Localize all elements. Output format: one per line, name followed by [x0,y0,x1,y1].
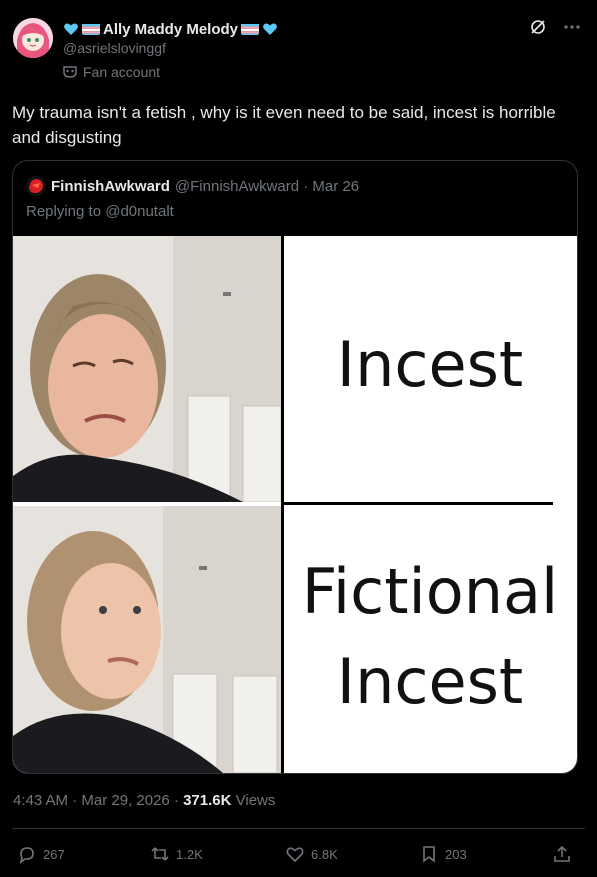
fan-account-label: Fan account [63,64,160,80]
meme-text-top: Incest [337,328,523,401]
quoted-avatar[interactable] [26,176,46,196]
action-bar: 267 1.2K 6.8K 203 [0,838,597,870]
meme-image: Incest Fictional Incest [13,236,577,773]
repost-button[interactable]: 1.2K [150,838,203,870]
quoted-handle-date: @FinnishAwkward · Mar 26 [174,177,360,195]
trans-flag-icon [82,23,100,35]
meme-photo-bottom [13,506,281,773]
more-icon[interactable] [563,18,581,36]
author-handle[interactable]: @asrielslovinggf [63,40,166,56]
tweet-meta: 4:43 AM · Mar 29, 2026 · 371.6K Views [13,792,275,809]
repost-icon [151,847,169,861]
share-icon [554,845,570,862]
mask-icon [63,66,77,78]
heart-icon [263,23,277,35]
quoted-tweet[interactable]: FinnishAwkward @FinnishAwkward · Mar 26 … [12,160,578,774]
like-icon [286,847,304,863]
like-count: 6.8K [311,846,338,862]
reply-count: 267 [43,846,65,862]
repost-count: 1.2K [176,846,203,862]
quoted-header: FinnishAwkward @FinnishAwkward · Mar 26 [26,176,359,196]
trans-flag-icon [241,23,260,35]
like-button[interactable]: 6.8K [285,838,338,870]
bookmark-button[interactable]: 203 [419,838,467,870]
divider [12,828,585,829]
reply-icon [19,847,34,864]
author-display-name[interactable]: Ally Maddy Melody [103,21,238,38]
replying-to: Replying to @d0nutalt [26,203,174,220]
bookmark-icon [423,846,435,863]
views-count: 371.6K [183,792,232,809]
timestamp[interactable]: 4:43 AM · Mar 29, 2026 · [13,792,183,809]
heart-icon [64,23,78,35]
reply-button[interactable]: 267 [17,838,65,870]
tweet-text: My trauma isn't a fetish , why is it eve… [12,103,556,147]
grok-icon[interactable] [529,18,547,36]
quoted-display-name[interactable]: FinnishAwkward [51,178,170,195]
share-button[interactable] [552,838,572,870]
views-label: Views [231,792,276,809]
top-actions [529,18,581,36]
quoted-media[interactable]: Incest Fictional Incest [13,236,577,773]
meme-text-bottom-line2: Incest [337,645,523,718]
meme-text-bottom-line1: Fictional [302,555,558,628]
meme-photo-top [13,236,282,503]
author-avatar[interactable] [13,18,53,58]
author-name-row[interactable]: Ally Maddy Melody [63,18,278,40]
fan-account-text: Fan account [83,64,161,80]
bookmark-count: 203 [445,846,467,862]
